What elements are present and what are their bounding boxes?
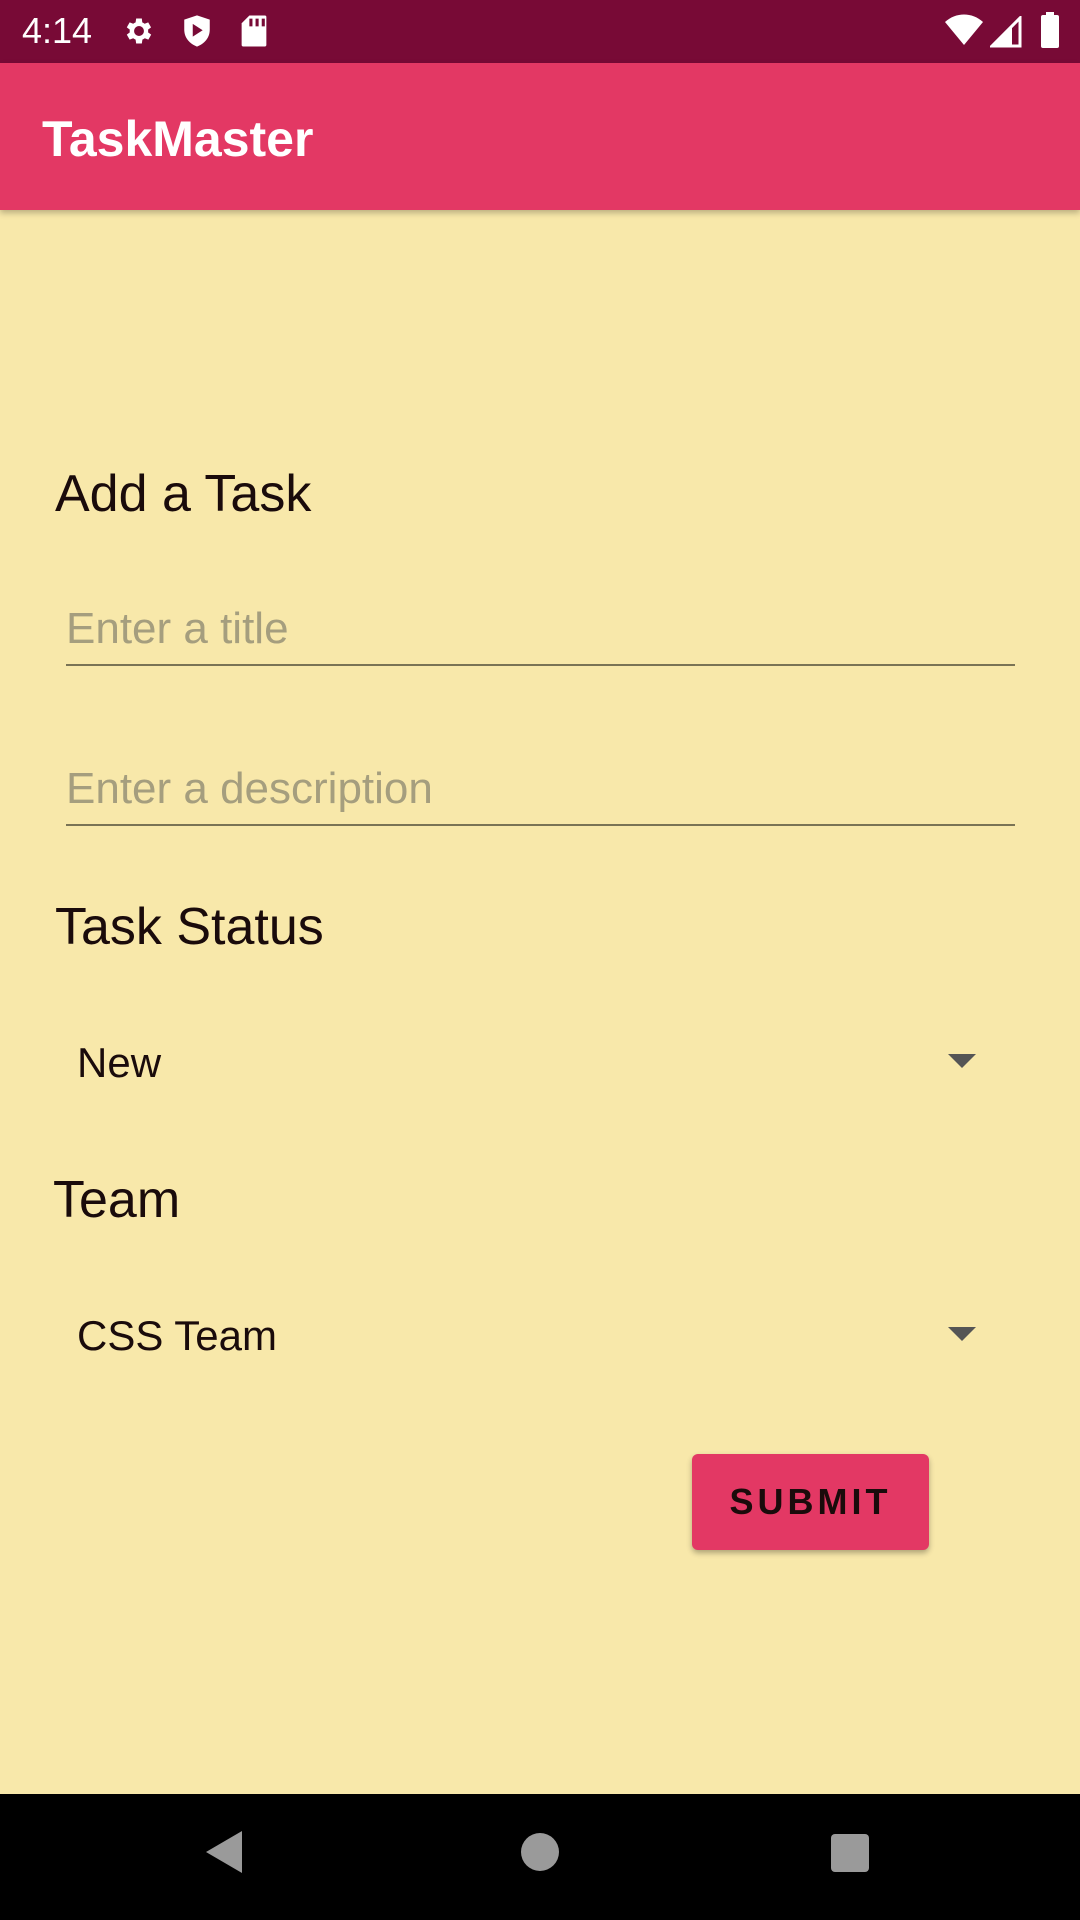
task-status-dropdown[interactable]: New — [66, 1018, 996, 1108]
add-task-heading: Add a Task — [55, 465, 312, 523]
status-bar: 4:14 — [0, 0, 1080, 63]
battery-icon — [1040, 12, 1060, 53]
home-icon[interactable] — [521, 1833, 559, 1871]
task-status-label: Task Status — [55, 898, 324, 956]
submit-button[interactable]: SUBMIT — [692, 1454, 929, 1550]
status-time: 4:14 — [22, 10, 93, 51]
shield-icon — [182, 14, 212, 53]
title-field[interactable] — [66, 594, 1015, 666]
wifi-icon — [944, 14, 984, 51]
team-dropdown[interactable]: CSS Team — [66, 1291, 996, 1381]
gear-icon — [122, 14, 156, 53]
description-field[interactable] — [66, 754, 1015, 826]
dropdown-arrow-icon — [948, 1327, 976, 1341]
sd-card-icon — [240, 14, 268, 53]
back-icon[interactable] — [204, 1829, 244, 1880]
dropdown-arrow-icon — [948, 1054, 976, 1068]
signal-icon — [988, 14, 1022, 53]
description-input[interactable] — [66, 754, 1015, 824]
team-label: Team — [53, 1171, 181, 1229]
navigation-bar — [0, 1794, 1080, 1920]
task-status-value: New — [77, 1039, 162, 1086]
title-input[interactable] — [66, 594, 1015, 664]
app-title: TaskMaster — [42, 111, 314, 167]
recents-icon[interactable] — [831, 1834, 869, 1872]
team-value: CSS Team — [77, 1312, 277, 1359]
app-bar: TaskMaster — [0, 63, 1080, 210]
